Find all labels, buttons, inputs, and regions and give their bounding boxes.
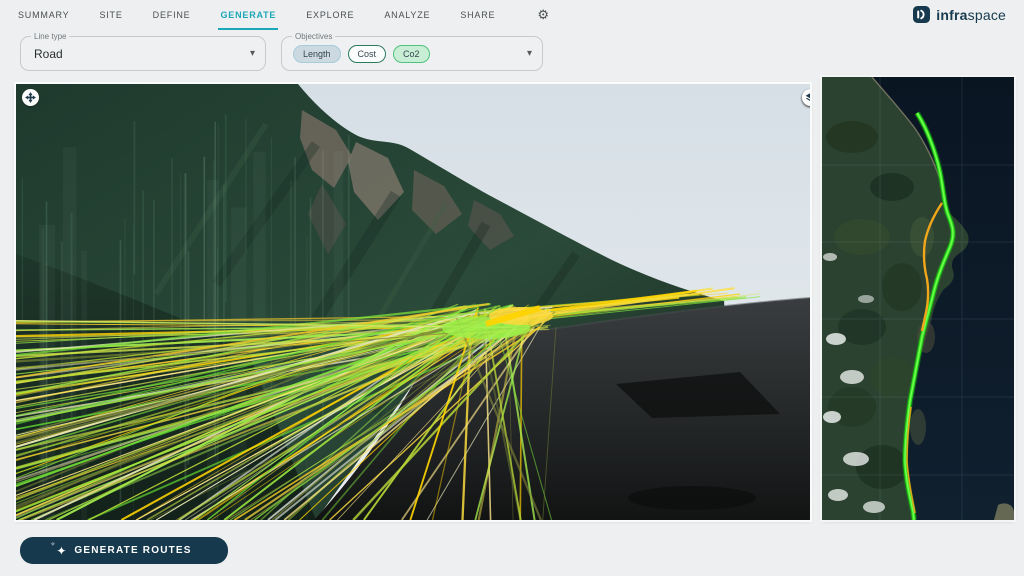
brand-logo: infraspace <box>913 6 1006 23</box>
objectives-label: Objectives <box>292 32 335 41</box>
chip-co2[interactable]: Co2 <box>393 45 430 63</box>
line-type-value: Road <box>34 47 63 61</box>
infraspace-logo-icon <box>913 6 930 23</box>
line-type-select[interactable]: Line type Road ▾ <box>20 36 266 71</box>
chevron-down-icon: ▾ <box>250 48 255 59</box>
overview-map-scene <box>822 77 1014 520</box>
chip-length[interactable]: Length <box>293 45 341 63</box>
nav-tabs: SUMMARY SITE DEFINE GENERATE EXPLORE ANA… <box>16 0 549 30</box>
objectives-chips: Length Cost Co2 <box>293 45 430 63</box>
overview-map[interactable] <box>822 77 1014 520</box>
tab-site[interactable]: SITE <box>97 0 124 30</box>
top-navigation: SUMMARY SITE DEFINE GENERATE EXPLORE ANA… <box>0 0 1024 30</box>
brand-name: infraspace <box>936 7 1006 23</box>
chip-cost[interactable]: Cost <box>348 45 387 63</box>
settings-gear-icon[interactable]: ⚙ <box>537 0 549 30</box>
sparkles-icon: ✦✧ <box>56 545 66 557</box>
line-type-label: Line type <box>31 32 69 41</box>
terrain-3d-viewport[interactable] <box>16 84 810 520</box>
tab-analyze[interactable]: ANALYZE <box>382 0 432 30</box>
tab-share[interactable]: SHARE <box>458 0 497 30</box>
objectives-select[interactable]: Objectives Length Cost Co2 ▾ <box>281 36 543 71</box>
tab-generate[interactable]: GENERATE <box>218 0 278 30</box>
tab-explore[interactable]: EXPLORE <box>304 0 356 30</box>
tab-summary[interactable]: SUMMARY <box>16 0 71 30</box>
terrain-3d-scene <box>16 84 810 520</box>
generate-routes-button[interactable]: ✦✧ GENERATE ROUTES <box>20 537 228 564</box>
chevron-down-icon: ▾ <box>527 48 532 59</box>
move-icon[interactable] <box>22 89 39 106</box>
tab-define[interactable]: DEFINE <box>151 0 193 30</box>
